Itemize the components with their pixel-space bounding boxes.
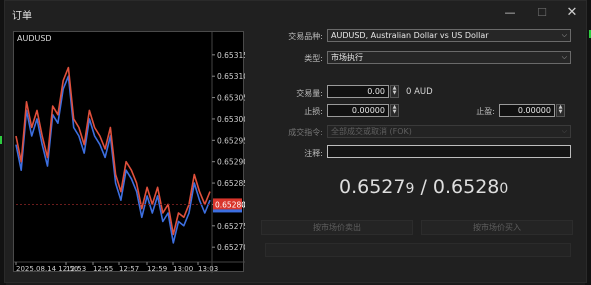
price-tick-label: 0.65310 (217, 72, 245, 81)
minimize-button[interactable]: — (499, 4, 521, 22)
bid-price-marker (213, 209, 242, 213)
ask-price-last-digit: 0 (499, 181, 509, 197)
fill-policy-label: 成交指令: (288, 128, 323, 137)
title-bar: 订单 — ☐ ✕ (5, 1, 586, 25)
symbol-select-value: AUDUSD, Australian Dollar vs US Dollar (331, 31, 489, 40)
symbol-select[interactable]: AUDUSD, Australian Dollar vs US Dollar ⌵ (327, 29, 571, 42)
ask-price: 0.6528 (432, 176, 500, 198)
time-tick-label: 12:59 (147, 265, 167, 273)
close-button[interactable]: ✕ (561, 4, 583, 22)
type-select[interactable]: 市场执行 ⌵ (327, 51, 571, 64)
time-tick-label: 12:57 (119, 265, 139, 273)
left-status-marker (0, 136, 2, 144)
spin-down-icon[interactable]: ▼ (557, 110, 564, 115)
spin-down-icon[interactable]: ▼ (391, 110, 398, 115)
symbol-label: 交易品种: (288, 32, 323, 41)
price-tick-label: 0.65275 (217, 222, 245, 231)
bid-line (15, 75, 211, 244)
chart-symbol-label: AUDUSD (17, 34, 52, 43)
price-tick-label: 0.65285 (217, 179, 245, 188)
price-tick-label: 0.65315 (217, 51, 245, 60)
current-price-label: 0.65280 (215, 200, 245, 209)
stop-loss-stepper[interactable]: ▲ ▼ (390, 104, 399, 117)
take-profit-stepper[interactable]: ▲ ▼ (556, 104, 565, 117)
stop-loss-input[interactable]: 0.00000 (327, 104, 389, 117)
price-tick-label: 0.65270 (217, 243, 245, 252)
bid-price: 0.6527 (339, 176, 406, 198)
buy-by-market-button[interactable]: 按市场价买入 (421, 220, 573, 235)
comment-input[interactable] (327, 145, 571, 158)
time-tick-label: 13:03 (198, 265, 218, 273)
fill-policy-select[interactable]: 全部成交或取消 (FOK) ⌵ (327, 125, 571, 138)
tick-chart-canvas: 0.65315 0.65310 0.65305 0.65300 0.65295 0.652… (14, 32, 245, 273)
type-label: 类型: (304, 54, 323, 63)
price-tick-label: 0.65290 (217, 158, 245, 167)
status-bar (265, 243, 571, 257)
chevron-down-icon: ⌵ (561, 31, 567, 39)
ask-line (15, 66, 211, 236)
time-tick-label: 12:53 (66, 265, 86, 273)
dialog-title: 订单 (12, 11, 32, 22)
chevron-down-icon: ⌵ (561, 53, 567, 61)
type-select-value: 市场执行 (331, 53, 363, 62)
volume-input[interactable]: 0.00 (327, 85, 389, 98)
take-profit-input[interactable]: 0.00000 (499, 104, 555, 117)
volume-unit: 0 AUD (406, 87, 433, 97)
time-tick-label: 13:00 (173, 265, 193, 273)
stop-loss-label: 止损: (304, 107, 323, 116)
quote-separator: / (414, 176, 433, 198)
chevron-down-icon: ⌵ (561, 127, 567, 135)
maximize-button[interactable]: ☐ (531, 4, 553, 22)
fill-policy-select-value: 全部成交或取消 (FOK) (331, 127, 412, 136)
price-tick-label: 0.65295 (217, 136, 245, 145)
take-profit-label: 止盈: (476, 107, 495, 116)
tick-chart[interactable]: 0.65315 0.65310 0.65305 0.65300 0.65295 0.652… (13, 31, 245, 273)
volume-stepper[interactable]: ▲ ▼ (390, 85, 399, 98)
time-tick-label: 12:55 (93, 265, 113, 273)
sell-by-market-button[interactable]: 按市场价卖出 (261, 220, 413, 235)
price-tick-label: 0.65300 (217, 115, 245, 124)
price-quote: 0.65279 / 0.65280 (339, 176, 508, 198)
comment-label: 注释: (304, 149, 323, 158)
volume-label: 交易量: (296, 89, 323, 98)
price-tick-label: 0.65305 (217, 94, 245, 103)
order-dialog: 订单 — ☐ ✕ 0.65315 0.65310 0.65305 0.65300 0.6… (4, 0, 587, 283)
spin-down-icon[interactable]: ▼ (391, 91, 398, 96)
